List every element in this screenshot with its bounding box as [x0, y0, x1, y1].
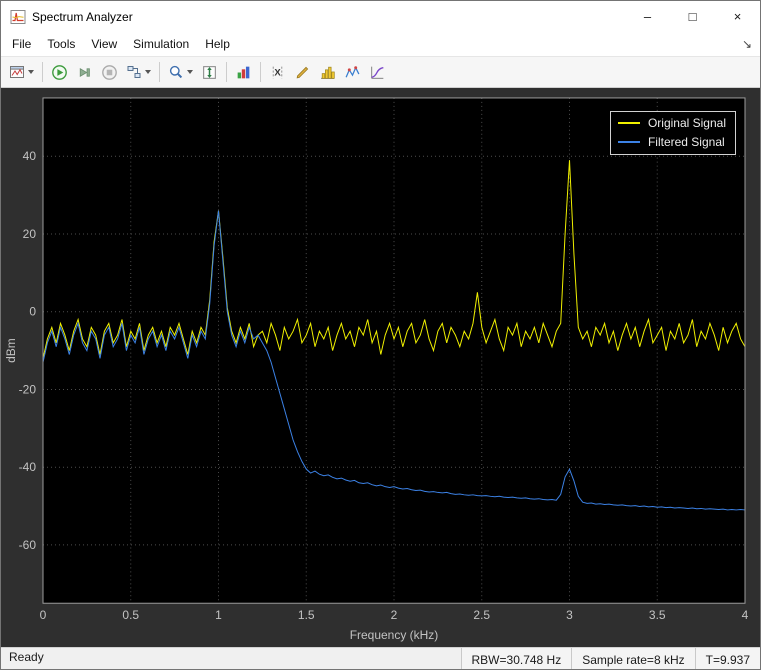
toolbar-separator — [159, 62, 160, 82]
spectrum-analyzer-window: Spectrum Analyzer – □ × File Tools View … — [0, 0, 761, 670]
minimize-button[interactable]: – — [625, 1, 670, 32]
svg-text:20: 20 — [23, 227, 37, 241]
svg-text:40: 40 — [23, 149, 37, 163]
menu-help[interactable]: Help — [197, 33, 238, 55]
zoom-icon — [168, 64, 184, 80]
svg-text:0.5: 0.5 — [122, 608, 139, 622]
menu-file[interactable]: File — [4, 33, 39, 55]
style-settings-icon — [235, 64, 252, 81]
step-forward-button[interactable] — [72, 59, 97, 85]
signal-statistics-button[interactable] — [290, 59, 315, 85]
export-dropdown-button[interactable] — [5, 59, 38, 85]
zoom-dropdown-button[interactable] — [164, 59, 197, 85]
peak-finder-icon — [344, 64, 361, 81]
simulation-settings-icon — [126, 64, 142, 80]
distortion-measurements-icon — [369, 64, 386, 81]
spectrum-plot-svg: 0 0.5 1 1.5 2 2.5 3 3.5 4 40 20 0 -20 -40 -60 Frequency… — [1, 88, 760, 647]
stop-icon — [101, 64, 118, 81]
spectrum-plot[interactable]: 0 0.5 1 1.5 2 2.5 3 3.5 4 40 20 0 -20 -40 -60 Frequency… — [1, 88, 760, 647]
histogram-icon — [319, 64, 336, 81]
maximize-button[interactable]: □ — [670, 1, 715, 32]
svg-text:2: 2 — [391, 608, 398, 622]
cursor-measurements-icon: X — [269, 64, 286, 81]
title-bar: Spectrum Analyzer – □ × — [1, 1, 760, 32]
svg-text:4: 4 — [742, 608, 749, 622]
distortion-measurements-button[interactable] — [365, 59, 390, 85]
menu-view[interactable]: View — [83, 33, 125, 55]
step-forward-icon — [76, 64, 93, 81]
scale-y-axis-icon — [201, 64, 218, 81]
status-bar: Ready RBW=30.748 Hz Sample rate=8 kHz T=… — [1, 647, 760, 669]
close-button[interactable]: × — [715, 1, 760, 32]
dock-arrow-button[interactable]: ↘ — [734, 37, 760, 51]
svg-text:-40: -40 — [19, 460, 37, 474]
scope-export-icon — [9, 64, 25, 80]
peak-finder-button[interactable] — [340, 59, 365, 85]
stop-button[interactable] — [97, 59, 122, 85]
scale-y-axis-button[interactable] — [197, 59, 222, 85]
simulation-settings-dropdown-button[interactable] — [122, 59, 155, 85]
legend-entry-original: Original Signal — [618, 116, 726, 130]
toolbar-separator — [42, 62, 43, 82]
menu-simulation[interactable]: Simulation — [125, 33, 197, 55]
menu-tools[interactable]: Tools — [39, 33, 83, 55]
dropdown-caret-icon — [145, 70, 151, 74]
status-ready: Ready — [1, 648, 461, 669]
dropdown-caret-icon — [187, 70, 193, 74]
svg-text:0: 0 — [29, 305, 36, 319]
svg-text:-20: -20 — [19, 382, 37, 396]
status-sample-rate: Sample rate=8 kHz — [571, 648, 694, 669]
app-icon — [10, 9, 26, 25]
svg-text:2.5: 2.5 — [473, 608, 490, 622]
svg-text:3.5: 3.5 — [649, 608, 666, 622]
toolbar: X — [1, 56, 760, 88]
status-rbw: RBW=30.748 Hz — [461, 648, 572, 669]
style-settings-button[interactable] — [231, 59, 256, 85]
menu-bar: File Tools View Simulation Help ↘ — [1, 32, 760, 56]
svg-text:-60: -60 — [19, 538, 37, 552]
toolbar-separator — [226, 62, 227, 82]
svg-text:3: 3 — [566, 608, 573, 622]
status-time: T=9.937 — [695, 648, 760, 669]
legend-line-filtered-icon — [618, 141, 640, 143]
svg-text:dBm: dBm — [4, 338, 18, 363]
toolbar-separator — [260, 62, 261, 82]
svg-text:Frequency (kHz): Frequency (kHz) — [350, 628, 439, 642]
run-icon — [51, 64, 68, 81]
svg-text:1: 1 — [215, 608, 222, 622]
window-title: Spectrum Analyzer — [32, 10, 133, 24]
legend-label-filtered: Filtered Signal — [648, 135, 725, 149]
signal-statistics-icon — [294, 64, 311, 81]
svg-text:1.5: 1.5 — [298, 608, 315, 622]
cursor-measurements-button[interactable]: X — [265, 59, 290, 85]
run-button[interactable] — [47, 59, 72, 85]
legend-line-original-icon — [618, 122, 640, 124]
histogram-button[interactable] — [315, 59, 340, 85]
legend[interactable]: Original Signal Filtered Signal — [610, 111, 736, 155]
legend-entry-filtered: Filtered Signal — [618, 135, 726, 149]
svg-text:X: X — [274, 67, 281, 78]
svg-text:0: 0 — [40, 608, 47, 622]
dropdown-caret-icon — [28, 70, 34, 74]
legend-label-original: Original Signal — [648, 116, 726, 130]
